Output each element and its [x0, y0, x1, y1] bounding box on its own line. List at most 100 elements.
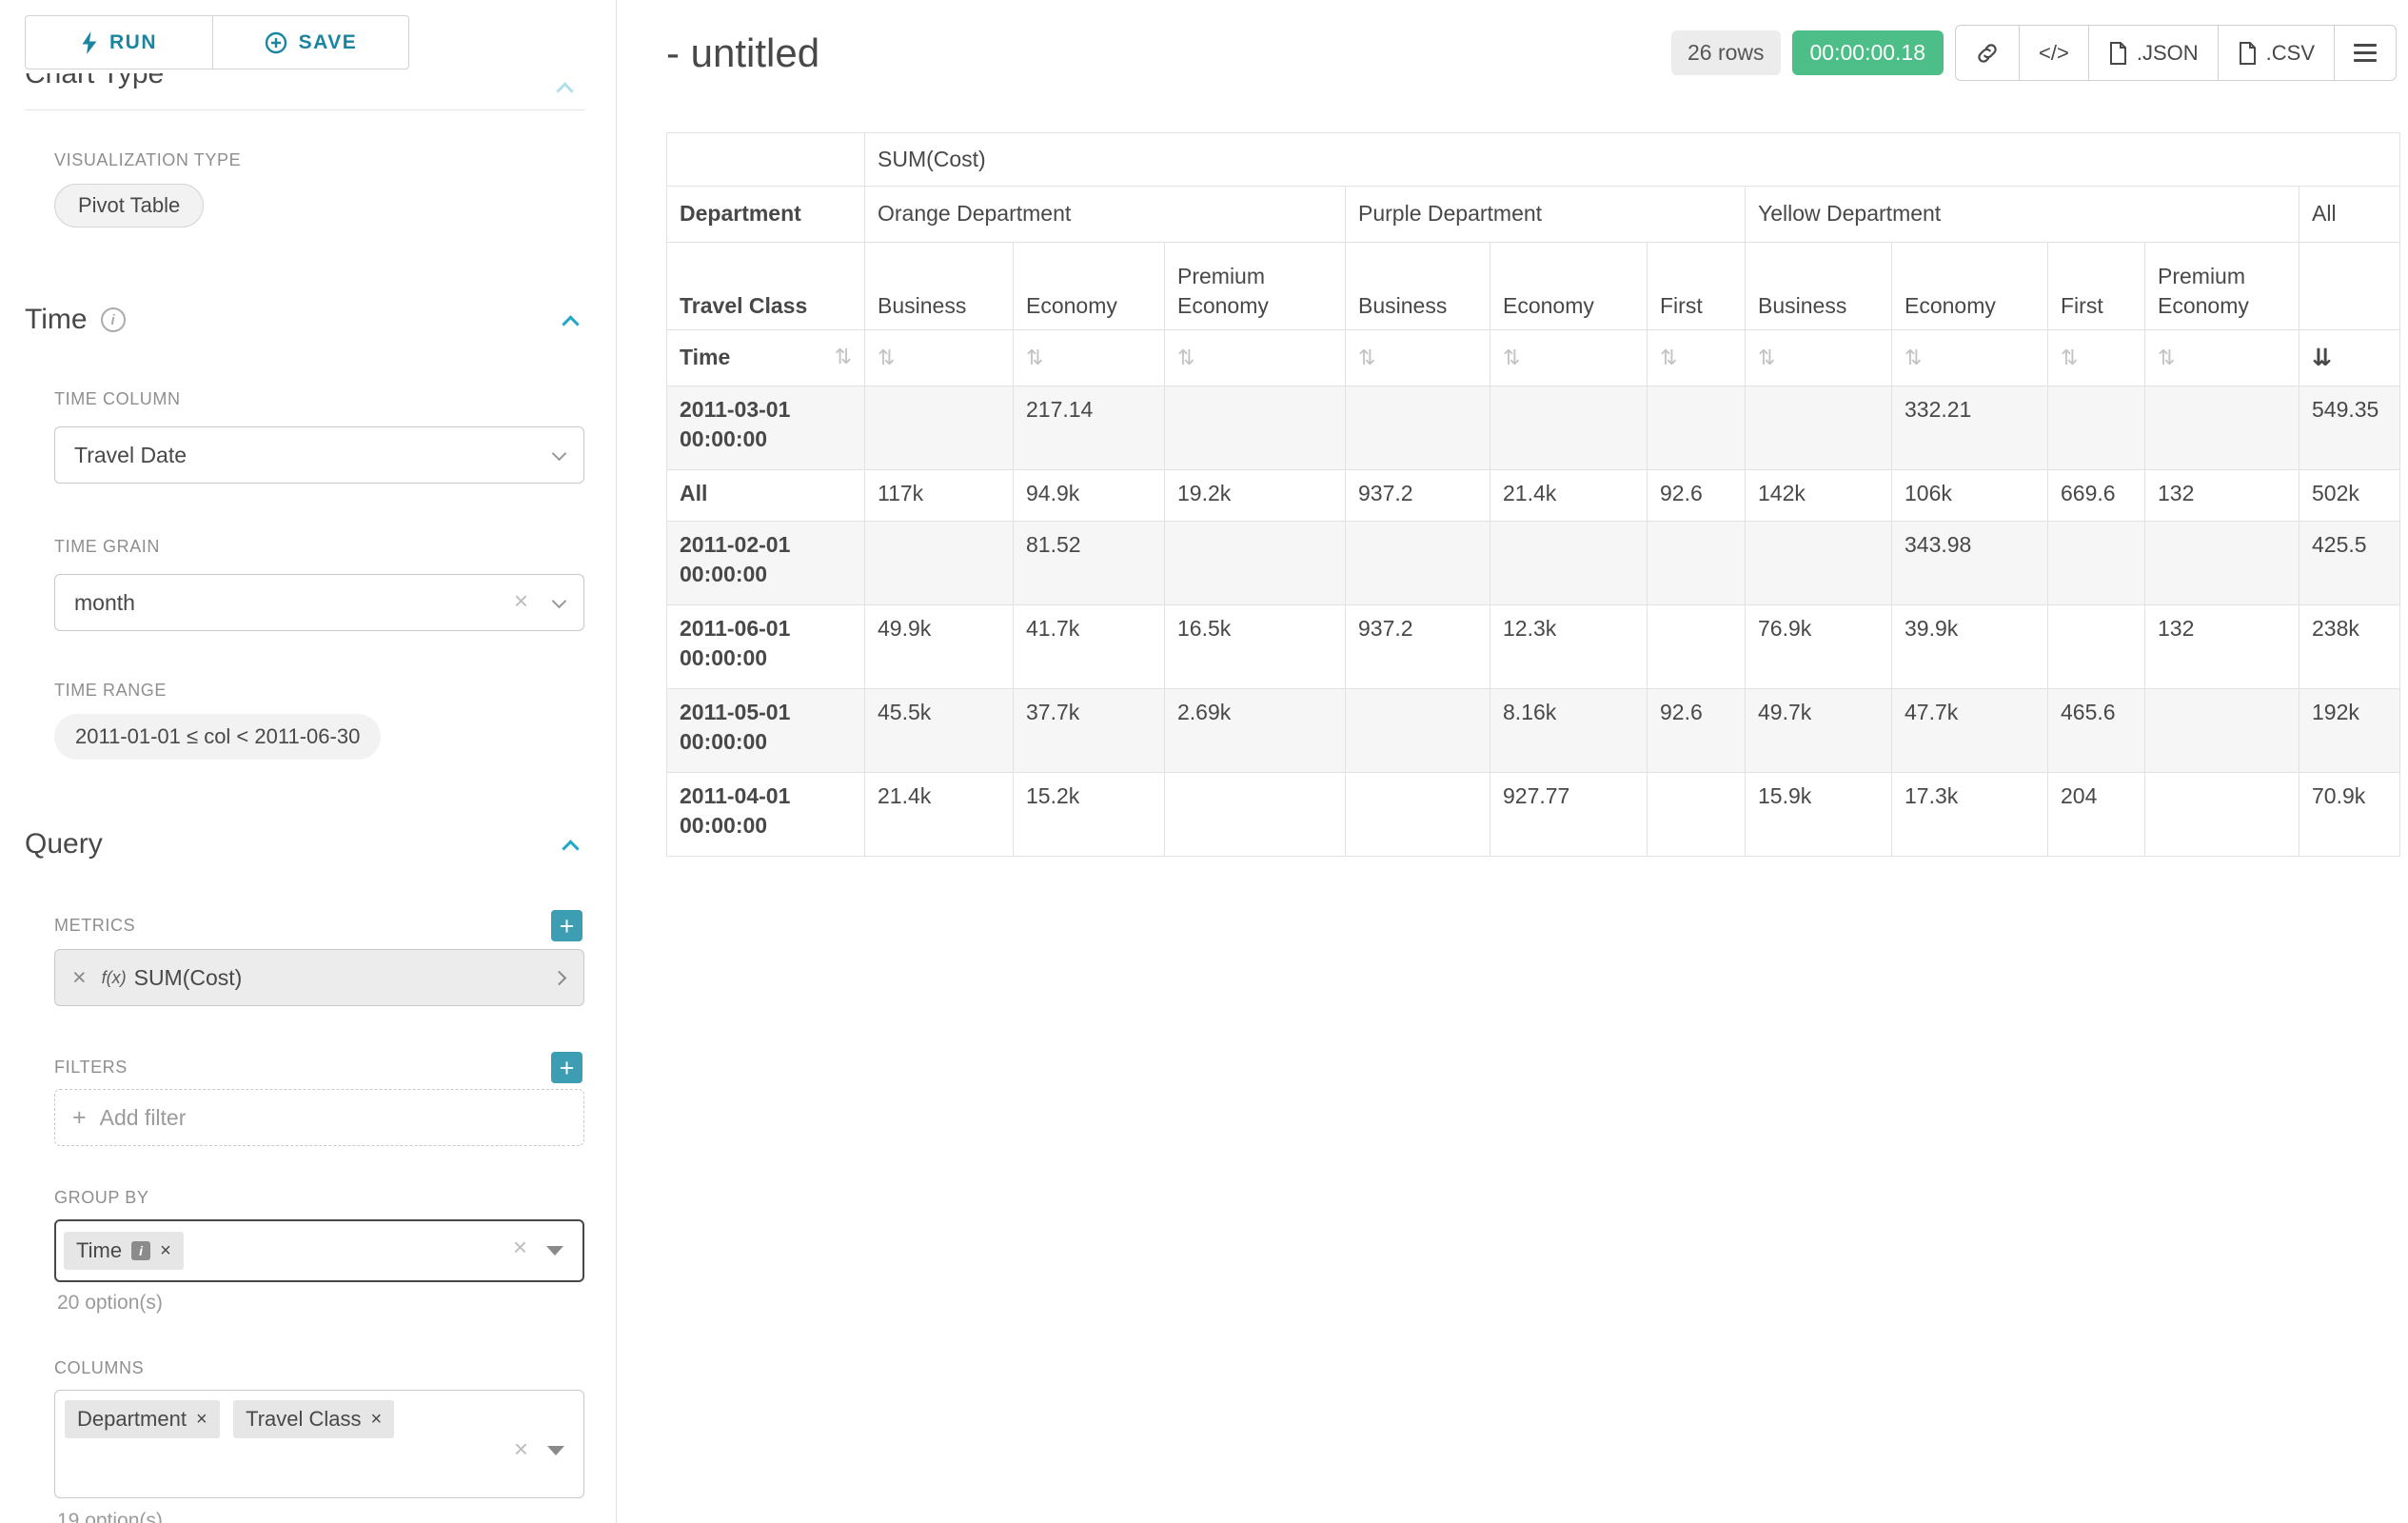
sort-icon[interactable]: ⇅ — [1503, 346, 1520, 370]
metrics-label-row: METRICS + — [25, 910, 584, 941]
filters-label-row: FILTERS + — [25, 1052, 584, 1083]
group-by-select[interactable]: Time i × × — [54, 1219, 584, 1282]
pivot-class-header: Economy — [1490, 243, 1648, 330]
pivot-time-label-wrap: Time ⇅ — [680, 343, 852, 372]
columns-select[interactable]: Department × Travel Class × × — [54, 1390, 584, 1498]
pivot-data-row: 2011-05-01 00:00:0045.5k37.7k2.69k8.16k9… — [667, 689, 2400, 773]
pivot-cell: 332.21 — [1892, 386, 2048, 470]
sort-icon[interactable]: ⇅ — [1177, 346, 1194, 370]
query-section-header[interactable]: Query — [25, 828, 584, 860]
run-button[interactable]: RUN — [25, 15, 213, 69]
remove-metric-icon[interactable]: × — [72, 964, 87, 992]
sort-icon[interactable]: ⇅ — [2158, 346, 2175, 370]
sort-icon[interactable]: ⇅ — [1358, 346, 1375, 370]
pivot-sort-cell: ⇅ — [1892, 330, 2048, 386]
pivot-cell — [1165, 386, 1346, 470]
export-csv-button[interactable]: .CSV — [2218, 25, 2335, 81]
pivot-cell: 343.98 — [1892, 522, 2048, 605]
pivot-cell: 669.6 — [2048, 470, 2145, 522]
pivot-cell — [1490, 522, 1648, 605]
pivot-cell — [1346, 522, 1490, 605]
pivot-cell: 15.2k — [1014, 773, 1165, 857]
time-grain-select[interactable]: month × — [54, 574, 584, 631]
sort-icon[interactable]: ⇅ — [878, 346, 895, 370]
pivot-data-row: 2011-02-01 00:00:0081.52343.98425.5 — [667, 522, 2400, 605]
time-column-select[interactable]: Travel Date — [54, 426, 584, 484]
pivot-class-header: Premium Economy — [2145, 243, 2299, 330]
clear-icon[interactable]: × — [513, 1235, 527, 1259]
pivot-cell: 41.7k — [1014, 605, 1165, 689]
pivot-cell: 70.9k — [2299, 773, 2400, 857]
pivot-cell — [2048, 386, 2145, 470]
save-button[interactable]: SAVE — [212, 15, 409, 69]
pivot-cell: 17.3k — [1892, 773, 2048, 857]
pivot-class-header: Business — [865, 243, 1014, 330]
info-icon: i — [101, 307, 126, 332]
plus-circle-icon — [265, 31, 287, 54]
sort-icon[interactable]: ⇅ — [1660, 346, 1677, 370]
time-range-value[interactable]: 2011-01-01 ≤ col < 2011-06-30 — [54, 714, 381, 760]
caret-down-icon — [546, 1246, 563, 1256]
pivot-cell: 37.7k — [1014, 689, 1165, 773]
add-metric-button[interactable]: + — [551, 910, 582, 941]
pivot-cell — [2145, 386, 2299, 470]
token-label: Department — [77, 1407, 187, 1432]
remove-token-icon[interactable]: × — [196, 1410, 207, 1429]
pivot-department-group-header: Yellow Department — [1746, 187, 2299, 243]
columns-token-department[interactable]: Department × — [65, 1400, 220, 1438]
menu-button[interactable] — [2334, 25, 2397, 81]
pivot-class-header: Premium Economy — [1165, 243, 1346, 330]
view-query-button[interactable]: </> — [2019, 25, 2089, 81]
save-button-label: SAVE — [299, 31, 358, 54]
pivot-cell — [1648, 386, 1746, 470]
pivot-cell: 49.7k — [1746, 689, 1892, 773]
pivot-cell: 47.7k — [1892, 689, 2048, 773]
pivot-row-header: 2011-06-01 00:00:00 — [667, 605, 865, 689]
sort-icon[interactable]: ⇅ — [1905, 346, 1922, 370]
pivot-cell: 92.6 — [1648, 689, 1746, 773]
visualization-type-label: VISUALIZATION TYPE — [54, 150, 584, 170]
time-column-value: Travel Date — [74, 443, 187, 468]
pivot-metric-header-row: SUM(Cost) — [667, 133, 2400, 187]
pivot-department-group-header: Orange Department — [865, 187, 1346, 243]
chevron-up-icon[interactable] — [562, 315, 579, 332]
clear-icon[interactable]: × — [514, 588, 528, 613]
chevron-down-icon — [552, 446, 567, 462]
pivot-cell — [1648, 773, 1746, 857]
time-section-header[interactable]: Time i — [25, 304, 584, 336]
sort-icon[interactable]: ⇅ — [1758, 346, 1775, 370]
columns-token-travel-class[interactable]: Travel Class × — [233, 1400, 394, 1438]
sort-icon[interactable]: ⇅ — [2061, 346, 2078, 370]
pivot-time-text: Time — [680, 343, 730, 372]
pivot-cell: 132 — [2145, 605, 2299, 689]
chevron-down-icon — [552, 594, 567, 609]
clear-icon[interactable]: × — [514, 1436, 528, 1461]
sort-icon[interactable]: ⇅ — [1026, 346, 1043, 370]
pivot-cell: 94.9k — [1014, 470, 1165, 522]
chevron-up-icon[interactable] — [562, 840, 579, 857]
add-filter-button[interactable]: + Add filter — [54, 1089, 584, 1146]
pivot-sort-cell: ⇅ — [2145, 330, 2299, 386]
add-filter-plus-button[interactable]: + — [551, 1052, 582, 1083]
visualization-type-value[interactable]: Pivot Table — [54, 184, 204, 227]
pivot-sort-cell: ⇅ — [1014, 330, 1165, 386]
token-label: Time — [76, 1238, 122, 1263]
row-count-badge: 26 rows — [1671, 30, 1781, 75]
token-label: Travel Class — [246, 1407, 361, 1432]
pivot-class-header: First — [2048, 243, 2145, 330]
remove-token-icon[interactable]: × — [160, 1241, 171, 1260]
columns-options-hint: 19 option(s) — [57, 1510, 584, 1523]
chart-type-section-header-clipped[interactable]: Chart Type — [25, 73, 584, 102]
sort-icon[interactable]: ⇅ — [835, 344, 852, 372]
sort-desc-icon[interactable]: ⇊ — [2312, 344, 2332, 371]
chevron-right-icon[interactable] — [552, 971, 567, 986]
file-icon — [2108, 42, 2127, 65]
pivot-sort-row: Time ⇅ ⇅ ⇅ ⇅ ⇅ ⇅ ⇅ ⇅ ⇅ ⇅ ⇅ ⇊ — [667, 330, 2400, 386]
group-by-token-time[interactable]: Time i × — [64, 1232, 184, 1270]
export-json-button[interactable]: .JSON — [2088, 25, 2219, 81]
query-timer-badge: 00:00:00.18 — [1792, 30, 1944, 75]
share-link-button[interactable] — [1955, 25, 2020, 81]
pivot-cell — [1165, 773, 1346, 857]
metric-item-sum-cost[interactable]: × f(x) SUM(Cost) — [54, 949, 584, 1006]
remove-token-icon[interactable]: × — [371, 1410, 383, 1429]
